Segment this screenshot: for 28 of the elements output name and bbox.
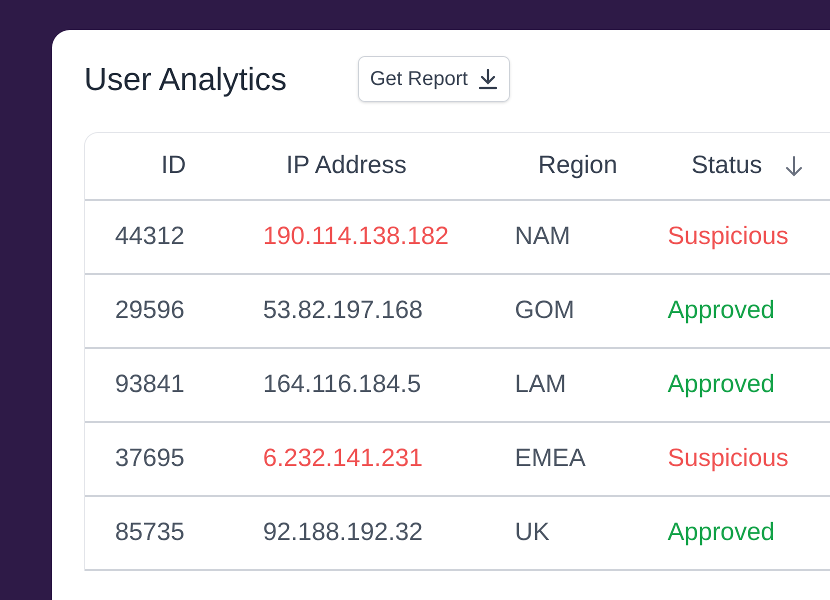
status-text: Suspicious — [668, 222, 789, 250]
table-cell: 6.232.141.231 — [262, 444, 423, 472]
table-cell: 44312 — [115, 222, 185, 250]
table-cell: 164.116.184.5 — [262, 370, 421, 398]
table-cell: 53.82.197.168 — [262, 296, 423, 324]
table-cell: 93841 — [115, 370, 185, 398]
status-text: Approved — [668, 296, 775, 324]
status-text: Approved — [668, 518, 775, 546]
table-cell: GOM — [514, 296, 574, 324]
column-header[interactable]: IP Address — [286, 147, 407, 185]
get-report-button[interactable]: Get Report — [358, 56, 510, 102]
download-icon — [478, 68, 498, 90]
status-text: Approved — [668, 370, 775, 398]
card-title: User Analytics — [84, 60, 288, 99]
column-header[interactable]: ID — [161, 147, 186, 185]
table-cell: 190.114.138.182 — [262, 222, 449, 250]
table-cell: LAM — [514, 370, 566, 398]
column-header[interactable]: Status — [691, 147, 762, 185]
table-cell: 37695 — [115, 444, 185, 472]
column-header[interactable]: Region — [538, 147, 618, 185]
sort-arrow-icon[interactable] — [784, 155, 804, 177]
table-cell: UK — [514, 518, 550, 546]
status-text: Suspicious — [668, 444, 789, 472]
table-cell: 92.188.192.32 — [262, 518, 423, 546]
table-cell: NAM — [514, 222, 570, 250]
table-cell: 29596 — [115, 296, 185, 324]
table-cell: 85735 — [115, 518, 185, 546]
table-cell: EMEA — [514, 444, 586, 472]
